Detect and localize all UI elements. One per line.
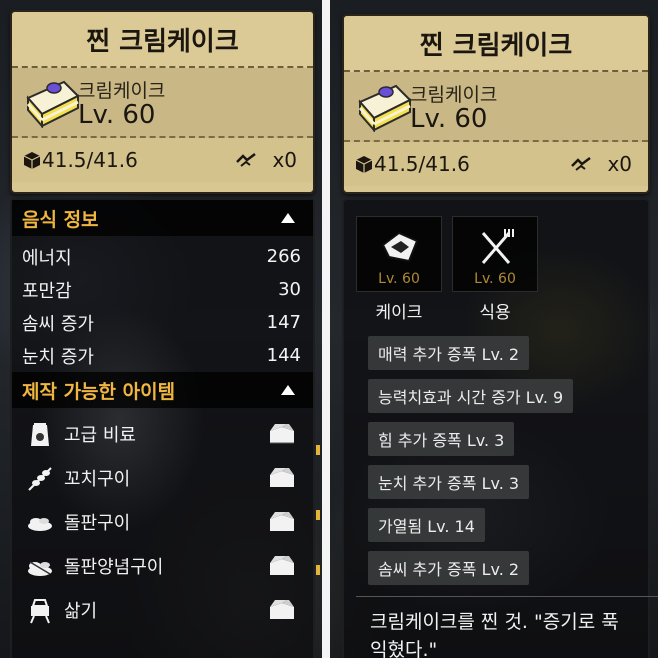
- item-level: Lv. 60: [78, 100, 156, 130]
- item-title: 찐 크림케이크: [344, 16, 648, 72]
- food-stat-row: 에너지 266: [12, 240, 313, 273]
- stat-value: 30: [278, 279, 301, 300]
- durability-icon: [571, 157, 591, 171]
- item-summary: 크림케이크 Lv. 60: [12, 68, 313, 138]
- durability-icon: [236, 153, 256, 167]
- craft-box-icon[interactable]: [267, 598, 297, 622]
- craft-item-label: 돌판구이: [64, 513, 131, 534]
- fertilizer-bag-icon: [31, 423, 49, 446]
- food-stat-row: 포만감 30: [12, 273, 313, 306]
- craft-item-row[interactable]: 돌판구이: [12, 500, 313, 544]
- stat-value: 147: [266, 312, 301, 333]
- buff-tag: 가열됨 Lv. 14: [368, 508, 485, 542]
- use-slot-edible[interactable]: Lv. 60: [452, 216, 538, 292]
- use-slot-level: Lv. 60: [378, 271, 420, 287]
- collapse-arrow-icon[interactable]: [281, 213, 295, 223]
- craft-box-icon[interactable]: [267, 466, 297, 490]
- stat-label: 눈치 증가: [22, 346, 94, 368]
- skewer-icon: [28, 467, 52, 491]
- buff-tag: 솜씨 추가 증폭 Lv. 2: [368, 551, 530, 585]
- use-slot-level: Lv. 60: [474, 271, 516, 287]
- buff-tag: 눈치 추가 증폭 Lv. 3: [368, 465, 530, 499]
- stat-label: 포만감: [22, 280, 72, 302]
- item-description: 크림케이크를 찐 것. "증기로 푹 익혔다.": [370, 611, 619, 658]
- craft-item-row[interactable]: 돌판양념구이: [12, 544, 313, 588]
- durability-value: x0: [272, 148, 297, 172]
- craft-box-icon[interactable]: [267, 510, 297, 534]
- description-divider: [356, 596, 658, 597]
- buff-tag: 매력 추가 증폭 Lv. 2: [368, 336, 530, 370]
- info-panel: Lv. 60 케이크 Lv. 60 식용 매력 추가 증폭 Lv. 2 능력치효…: [342, 198, 658, 658]
- item-name: 크림케이크: [78, 80, 166, 102]
- cream-cake-icon: [26, 80, 80, 128]
- scroll-marker: [316, 510, 320, 520]
- cake-piece-icon: [381, 231, 419, 263]
- weight-value: 41.5/41.6: [42, 148, 138, 172]
- item-stats-bar: 41.5/41.6 x0: [344, 142, 648, 186]
- stat-value: 266: [266, 246, 301, 267]
- food-stat-row: 눈치 증가 144: [12, 339, 313, 372]
- right-panel: 찐 크림케이크 크림케이크 Lv. 60 41.5/41.6 x0 Lv. 60…: [330, 0, 658, 658]
- food-stat-row: 솜씨 증가 147: [12, 306, 313, 339]
- weight-cube-icon: [23, 152, 41, 169]
- collapse-arrow-icon[interactable]: [281, 385, 295, 395]
- item-header-card: 찐 크림케이크 크림케이크 Lv. 60 41.5/41.6 x0: [10, 10, 315, 194]
- craft-item-label: 돌판양념구이: [64, 557, 164, 578]
- item-title: 찐 크림케이크: [12, 12, 313, 68]
- stat-value: 144: [266, 345, 301, 366]
- craft-item-label: 고급 비료: [64, 425, 136, 446]
- food-info-title: 음식 정보: [22, 208, 99, 231]
- weight-value: 41.5/41.6: [374, 152, 470, 176]
- buff-tag: 능력치효과 시간 증가 Lv. 9: [368, 379, 574, 413]
- food-info-header[interactable]: 음식 정보: [12, 200, 313, 236]
- scroll-marker: [316, 565, 320, 575]
- use-label: 식용: [479, 303, 511, 323]
- craft-box-icon[interactable]: [267, 554, 297, 578]
- item-name: 크림케이크: [410, 84, 498, 106]
- stat-label: 에너지: [22, 247, 72, 269]
- cream-cake-icon: [358, 84, 412, 132]
- info-panel: 음식 정보 에너지 266 포만감 30 솜씨 증가 147 눈치 증가 144…: [10, 198, 315, 658]
- craftable-items-title: 제작 가능한 아이템: [22, 380, 176, 403]
- weight-cube-icon: [355, 156, 373, 173]
- craft-item-row[interactable]: 삶기: [12, 588, 313, 632]
- grilled-food-icon: [28, 518, 52, 531]
- pot-icon: [30, 599, 50, 624]
- durability-value: x0: [607, 152, 632, 176]
- fork-knife-icon: [481, 229, 514, 264]
- item-stats-bar: 41.5/41.6 x0: [12, 138, 313, 182]
- craftable-items-header[interactable]: 제작 가능한 아이템: [12, 372, 313, 408]
- craft-item-label: 꼬치구이: [64, 469, 131, 490]
- stat-label: 솜씨 증가: [22, 313, 94, 335]
- item-level: Lv. 60: [410, 104, 488, 134]
- item-header-card: 찐 크림케이크 크림케이크 Lv. 60 41.5/41.6 x0: [342, 14, 650, 194]
- craft-item-row[interactable]: 고급 비료: [12, 412, 313, 456]
- buff-tag: 힘 추가 증폭 Lv. 3: [368, 422, 515, 456]
- use-label: 케이크: [375, 303, 423, 323]
- left-panel: 찐 크림케이크 크림케이크 Lv. 60 41.5/41.6 x0 음식 정보 …: [0, 0, 322, 658]
- use-slot-cake[interactable]: Lv. 60: [356, 216, 442, 292]
- scroll-marker: [316, 445, 320, 455]
- seasoned-grill-icon: [28, 561, 52, 576]
- item-summary: 크림케이크 Lv. 60: [344, 72, 648, 142]
- craft-item-label: 삶기: [64, 601, 98, 622]
- craft-box-icon[interactable]: [267, 422, 297, 446]
- craft-item-row[interactable]: 꼬치구이: [12, 456, 313, 500]
- split-divider: [322, 0, 330, 658]
